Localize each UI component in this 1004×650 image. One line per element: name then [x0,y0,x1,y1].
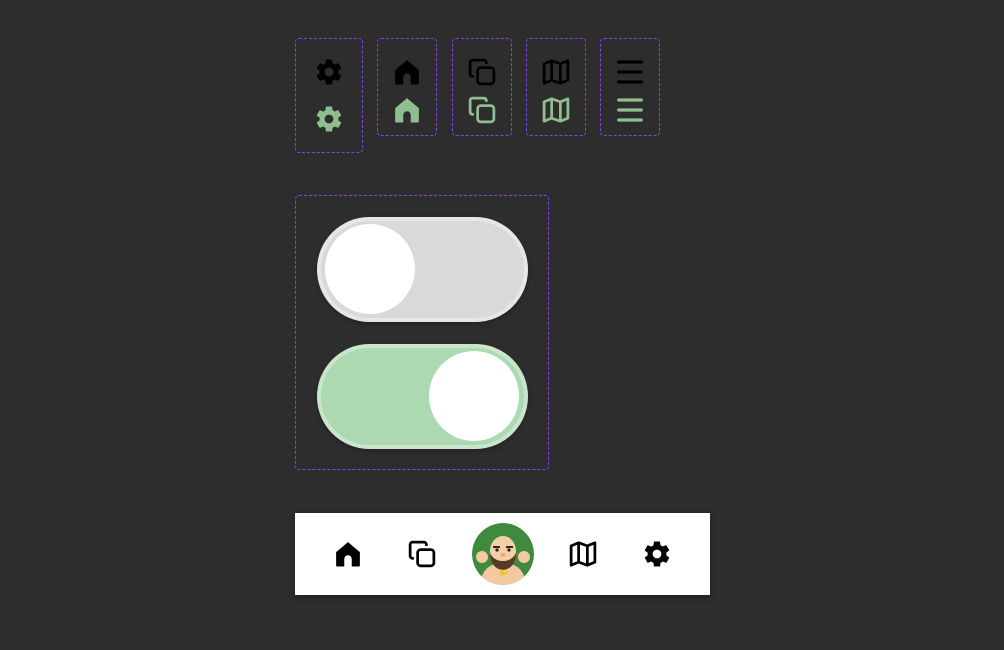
gear-icon [314,104,344,134]
gear-icon [314,57,344,87]
home-icon[interactable] [333,539,363,569]
map-icon [541,95,571,125]
bottom-nav-bar [295,513,710,595]
toggle-switch-off[interactable] [317,217,528,322]
copy-icon-preview [452,38,512,136]
home-icon [392,57,422,87]
home-icon [392,95,422,125]
toggle-switch-on[interactable] [317,344,528,449]
toggle-preview [295,195,549,470]
avatar[interactable] [472,523,534,585]
map-icon[interactable] [568,539,598,569]
gear-icon-preview [295,38,363,153]
gear-icon[interactable] [642,539,672,569]
menu-icon [615,95,645,125]
toggle-knob [429,351,519,441]
menu-icon-preview [600,38,660,136]
copy-icon[interactable] [407,539,437,569]
copy-icon [467,95,497,125]
copy-icon [467,57,497,87]
home-icon-preview [377,38,437,136]
menu-icon [615,57,645,87]
map-icon [541,57,571,87]
toggle-knob [325,224,415,314]
map-icon-preview [526,38,586,136]
